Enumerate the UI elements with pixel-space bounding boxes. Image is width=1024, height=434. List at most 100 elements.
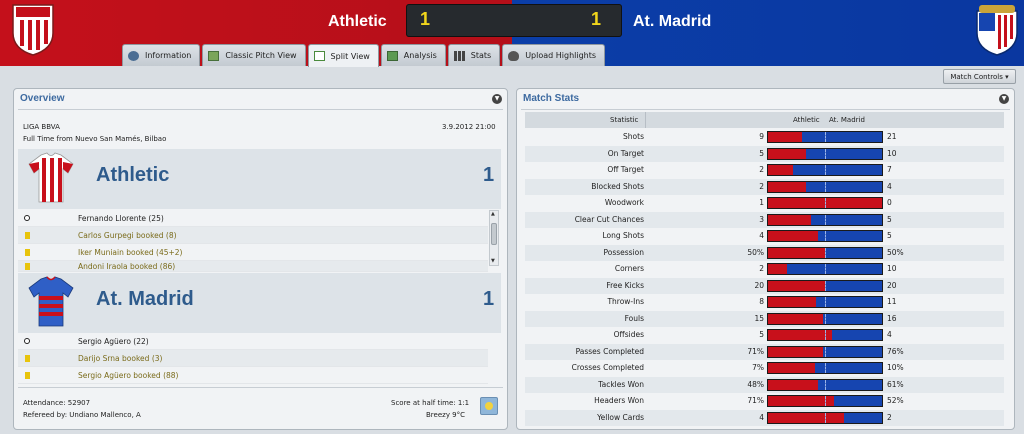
- athletic-crest-icon: [12, 4, 54, 56]
- list-item: Andoni Iraola booked (86): [18, 261, 488, 272]
- home-share-fill: [768, 165, 794, 175]
- column-header-home[interactable]: Athletic: [793, 116, 820, 124]
- stat-away-value: 11: [887, 297, 897, 306]
- stat-away-value: 21: [887, 132, 897, 141]
- event-text: Darijo Srna booked (3): [78, 353, 163, 363]
- away-team-block: At. Madrid 1: [18, 273, 501, 333]
- stat-comparison-bar: [767, 230, 883, 242]
- home-share-fill: [768, 231, 819, 241]
- home-team-score: 1: [483, 164, 495, 186]
- table-row: Off Target 2 7: [525, 162, 1004, 179]
- attendance: Attendance: 52907: [23, 399, 91, 407]
- tab-label: Upload Highlights: [525, 51, 597, 60]
- column-header-statistic[interactable]: Statistic: [610, 116, 638, 124]
- home-shirt-icon: [28, 152, 74, 203]
- away-shirt-icon: [28, 276, 74, 327]
- scroll-up-icon[interactable]: ▲: [491, 211, 495, 217]
- stat-comparison-bar: [767, 411, 883, 424]
- event-text: Sergio Agüero (22): [78, 336, 149, 346]
- stat-away-value: 76%: [887, 346, 904, 356]
- bar-midline: [825, 165, 826, 175]
- tab-upload-highlights[interactable]: Upload Highlights: [502, 44, 606, 66]
- home-events-list: Fernando Llorente (25) Carlos Gurpegi bo…: [18, 210, 488, 272]
- table-row: Crosses Completed 7% 10%: [525, 360, 1004, 377]
- stat-name: Offsides: [613, 330, 644, 339]
- tab-information[interactable]: Information: [122, 44, 201, 66]
- away-team-name: At. Madrid: [633, 13, 712, 30]
- stats-table-body: Shots 9 21 On Target 5 10 Off Target 2 7 Blocked …: [525, 129, 1004, 426]
- view-tabs: Information Classic Pitch View Split Vie…: [122, 44, 607, 67]
- stat-name: Yellow Cards: [597, 412, 644, 422]
- event-text: Carlos Gurpegi booked (8): [78, 230, 177, 240]
- stat-home-value: 9: [759, 132, 764, 141]
- home-share-fill: [768, 363, 815, 373]
- home-share-fill: [768, 412, 845, 423]
- table-row: Tackles Won 48% 61%: [525, 376, 1004, 393]
- table-row: Woodwork 1 0: [525, 195, 1004, 212]
- stat-away-value: 0: [887, 198, 892, 207]
- bar-midline: [825, 148, 826, 159]
- scroll-down-icon[interactable]: ▼: [491, 258, 495, 264]
- list-item: Sergio Agüero (22): [18, 333, 488, 350]
- home-share-fill: [768, 247, 825, 258]
- tab-label: Stats: [470, 51, 492, 60]
- table-row: Blocked Shots 2 4: [525, 178, 1004, 195]
- chevron-down-icon: ▾: [1005, 72, 1009, 81]
- stat-away-value: 50%: [887, 247, 904, 257]
- bar-midline: [825, 214, 826, 225]
- referee: Refereed by: Undiano Mallenco, A: [23, 411, 141, 419]
- stat-away-value: 10%: [887, 363, 904, 372]
- bar-midline: [825, 280, 826, 291]
- stat-name: Free Kicks: [606, 280, 644, 290]
- stat-name: Fouls: [624, 313, 644, 323]
- list-item: Darijo Srna booked (3): [18, 350, 488, 367]
- collapse-icon[interactable]: ▼: [492, 94, 502, 104]
- tab-classic-pitch-view[interactable]: Classic Pitch View: [202, 44, 306, 66]
- home-share-fill: [768, 297, 816, 307]
- stat-name: On Target: [607, 148, 644, 158]
- bar-midline: [825, 198, 826, 208]
- event-text: Sergio Agüero booked (88): [78, 370, 179, 380]
- stat-home-value: 2: [759, 165, 764, 174]
- kickoff-time: 3.9.2012 21:00: [442, 123, 496, 131]
- yellow-card-icon: [22, 354, 32, 362]
- yellow-card-icon: [22, 248, 32, 256]
- pitch-icon: [208, 50, 220, 61]
- ball-icon: [22, 338, 32, 344]
- scroll-thumb[interactable]: [491, 223, 497, 245]
- match-controls-button[interactable]: Match Controls ▾: [943, 69, 1016, 84]
- away-team-title: At. Madrid: [96, 288, 194, 310]
- tab-split-view[interactable]: Split View: [307, 44, 379, 67]
- events-scrollbar[interactable]: ▲ ▼: [489, 210, 499, 266]
- stat-home-value: 1: [759, 198, 764, 207]
- column-header-away[interactable]: At. Madrid: [829, 116, 865, 124]
- table-row: Fouls 15 16: [525, 310, 1004, 327]
- home-team-title: Athletic: [96, 164, 170, 186]
- bar-midline: [825, 330, 826, 340]
- collapse-icon[interactable]: ▼: [999, 94, 1009, 104]
- match-controls-label: Match Controls: [950, 72, 1003, 81]
- stat-home-value: 5: [759, 330, 764, 339]
- table-row: Free Kicks 20 20: [525, 277, 1004, 294]
- tab-label: Split View: [330, 51, 370, 61]
- stat-home-value: 4: [759, 231, 764, 240]
- tab-label: Classic Pitch View: [225, 51, 297, 60]
- home-share-fill: [768, 346, 823, 357]
- weather-sun-icon: [480, 397, 498, 415]
- stat-home-value: 7%: [752, 363, 764, 372]
- away-events-list: Sergio Agüero (22) Darijo Srna booked (3…: [18, 333, 488, 384]
- table-row: Corners 2 10: [525, 261, 1004, 278]
- stat-home-value: 4: [759, 412, 764, 422]
- home-share-fill: [768, 313, 823, 324]
- bar-midline: [825, 231, 826, 241]
- tab-analysis[interactable]: Analysis: [380, 44, 446, 66]
- stat-name: Headers Won: [594, 396, 644, 405]
- stat-away-value: 4: [887, 330, 892, 339]
- home-share-fill: [768, 264, 788, 274]
- tab-stats[interactable]: Stats: [447, 44, 501, 66]
- stat-home-value: 15: [754, 313, 764, 323]
- stat-name: Blocked Shots: [591, 181, 644, 191]
- bar-midline: [825, 132, 826, 142]
- home-share-fill: [768, 214, 811, 225]
- yellow-card-icon: [22, 262, 32, 270]
